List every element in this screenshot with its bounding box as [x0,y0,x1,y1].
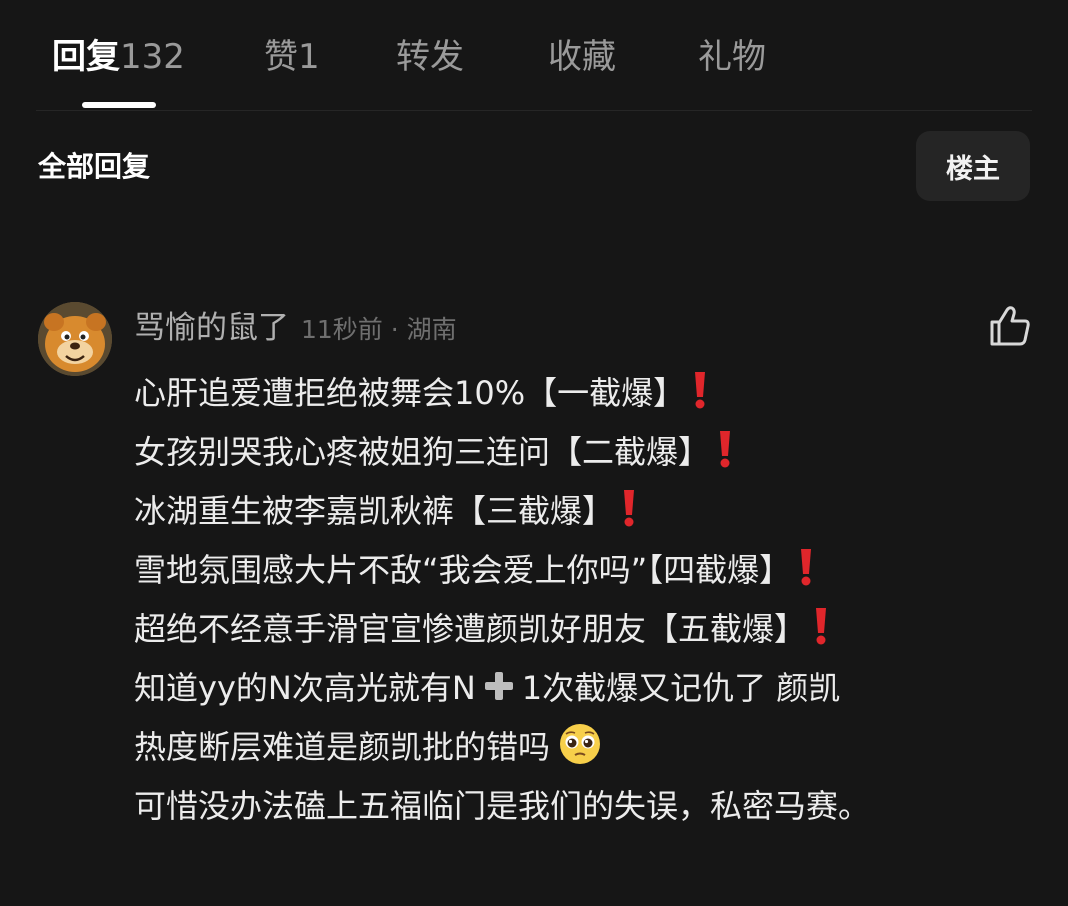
tabs-divider [36,110,1032,111]
comment-line: 女孩别哭我心疼被姐狗三连问【二截爆】 [134,423,1034,482]
tab-gifts-label: 礼物 [698,37,766,77]
comment-line-text: 1次截爆又记仇了 颜凯 [521,669,841,707]
comment-line: 超绝不经意手滑官宣惨遭颜凯好朋友【五截爆】 [134,600,1034,659]
red-exclamation-icon [816,608,827,645]
comment-line-text: 热度断层难道是颜凯批的错吗 [134,728,551,766]
comment-line: 冰湖重生被李嘉凯秋裤【三截爆】 [134,482,1034,541]
tab-favorites[interactable]: 收藏 [548,34,616,80]
tab-reposts[interactable]: 转发 [396,34,464,80]
heavy-plus-icon [484,672,513,700]
tab-favorites-label: 收藏 [548,37,616,77]
red-exclamation-icon [624,490,635,527]
all-replies-title: 全部回复 [38,150,151,183]
comment-line: 雪地氛围感大片不敌“我会爱上你吗”【四截爆】 [134,541,1034,600]
red-exclamation-icon [801,549,812,586]
thumbs-up-icon[interactable] [986,302,1034,350]
tab-replies[interactable]: 回复132 [52,34,185,80]
comment-line: 可惜没办法磕上五福临门是我们的失误，私密马赛。 [134,777,1034,836]
tab-likes-label: 赞 [264,37,298,77]
comment-line-text: 雪地氛围感大片不敌“我会爱上你吗”【四截爆】 [134,551,792,589]
comment-line-text: 心肝追爱遭拒绝被舞会10%【一截爆】 [134,374,686,412]
comment-line: 知道yy的N次高光就有N 1次截爆又记仇了 颜凯 [134,659,1034,718]
red-exclamation-icon [720,431,731,468]
comment-username[interactable]: 骂愉的鼠了 [134,310,289,346]
op-only-filter-button[interactable]: 楼主 [916,131,1030,201]
reply-tabs: 回复132 赞1 转发 收藏 礼物 [0,0,1068,110]
tab-likes[interactable]: 赞1 [264,34,320,80]
tab-gifts[interactable]: 礼物 [698,34,766,80]
comment-line-text: 冰湖重生被李嘉凯秋裤【三截爆】 [134,492,615,530]
red-exclamation-icon [695,372,706,409]
tab-reposts-label: 转发 [396,37,464,77]
avatar-image [38,302,112,376]
comment-line: 心肝追爱遭拒绝被舞会10%【一截爆】 [134,364,1034,423]
pleading-face-icon [560,724,601,764]
comment-meta: 11秒前 · 湖南 [301,315,457,344]
avatar[interactable] [38,302,112,376]
comment-body: 心肝追爱遭拒绝被舞会10%【一截爆】 女孩别哭我心疼被姐狗三连问【二截爆】 冰湖… [134,364,1034,836]
comment-line: 热度断层难道是颜凯批的错吗 [134,718,1034,777]
comment-header: 骂愉的鼠了 11秒前 · 湖南 [134,306,457,355]
tab-likes-count: 1 [298,37,320,77]
comment-line-text: 超绝不经意手滑官宣惨遭颜凯好朋友【五截爆】 [134,610,807,648]
tab-replies-count: 132 [120,37,185,77]
active-tab-indicator [82,102,156,108]
comment-line-text: 知道yy的N次高光就有N [134,669,476,707]
comment-line-text: 女孩别哭我心疼被姐狗三连问【二截爆】 [134,433,711,471]
tab-replies-label: 回复 [52,37,120,77]
comment-line-text: 可惜没办法磕上五福临门是我们的失误，私密马赛。 [134,787,871,825]
